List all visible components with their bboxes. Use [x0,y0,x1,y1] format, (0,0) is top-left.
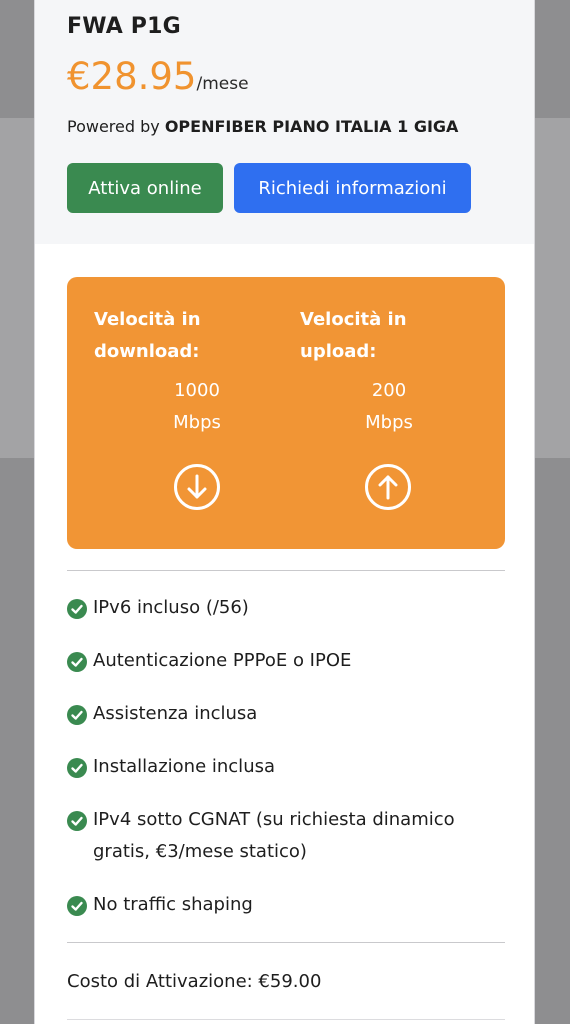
feature-text: No traffic shaping [93,894,253,915]
activate-online-button[interactable]: Attiva online [67,163,223,213]
feature-item: Autenticazione PPPoE o IPOE [67,645,507,677]
activation-cost: Costo di Attivazione: €59.00 [67,971,322,992]
plan-title: FWA P1G [67,14,181,39]
feature-text: IPv4 sotto CGNAT (su richiesta dinamico … [93,809,455,862]
divider [67,1019,505,1020]
feature-text: Autenticazione PPPoE o IPOE [93,650,352,671]
arrow-down-circle-icon [174,464,220,510]
check-circle-icon [67,758,87,778]
feature-item: Installazione inclusa [67,751,507,783]
feature-text: IPv6 incluso (/56) [93,597,249,618]
divider [67,942,505,943]
download-label: Velocità in download: [94,309,201,362]
feature-item: IPv4 sotto CGNAT (su richiesta dinamico … [67,804,507,868]
upload-value: 200 [371,380,407,401]
price-unit: /mese [196,74,249,94]
feature-item: No traffic shaping [67,889,507,921]
request-info-button[interactable]: Richiedi informazioni [234,163,471,213]
check-circle-icon [67,811,87,831]
upload-unit: Mbps [365,412,413,433]
powered-prefix: Powered by [67,117,160,136]
download-speed: Velocità in download: 1000 Mbps [94,277,294,549]
plan-price: €28.95 [67,55,197,98]
check-circle-icon [67,599,87,619]
price-row: €28.95/mese [67,55,249,98]
divider [67,570,505,571]
arrow-up-circle-icon [365,464,411,510]
download-value: 1000 [174,380,220,401]
feature-list: IPv6 incluso (/56) Autenticazione PPPoE … [67,592,507,942]
feature-item: IPv6 incluso (/56) [67,592,507,624]
provider-name: OPENFIBER PIANO ITALIA 1 GIGA [164,117,459,136]
check-circle-icon [67,896,87,916]
check-circle-icon [67,652,87,672]
feature-text: Assistenza inclusa [93,703,258,724]
check-circle-icon [67,705,87,725]
download-unit: Mbps [173,412,221,433]
upload-label: Velocità in upload: [300,309,407,362]
speed-panel: Velocità in download: 1000 Mbps Velocità… [67,277,505,549]
upload-speed: Velocità in upload: 200 Mbps [300,277,500,549]
download-value-block: 1000 Mbps [157,375,237,439]
plan-header: FWA P1G €28.95/mese Powered by OPENFIBER… [35,0,534,244]
upload-value-block: 200 Mbps [349,375,429,439]
feature-text: Installazione inclusa [93,756,276,777]
plan-card: FWA P1G €28.95/mese Powered by OPENFIBER… [34,0,535,1024]
feature-item: Assistenza inclusa [67,698,507,730]
powered-by: Powered by OPENFIBER PIANO ITALIA 1 GIGA [67,117,458,136]
